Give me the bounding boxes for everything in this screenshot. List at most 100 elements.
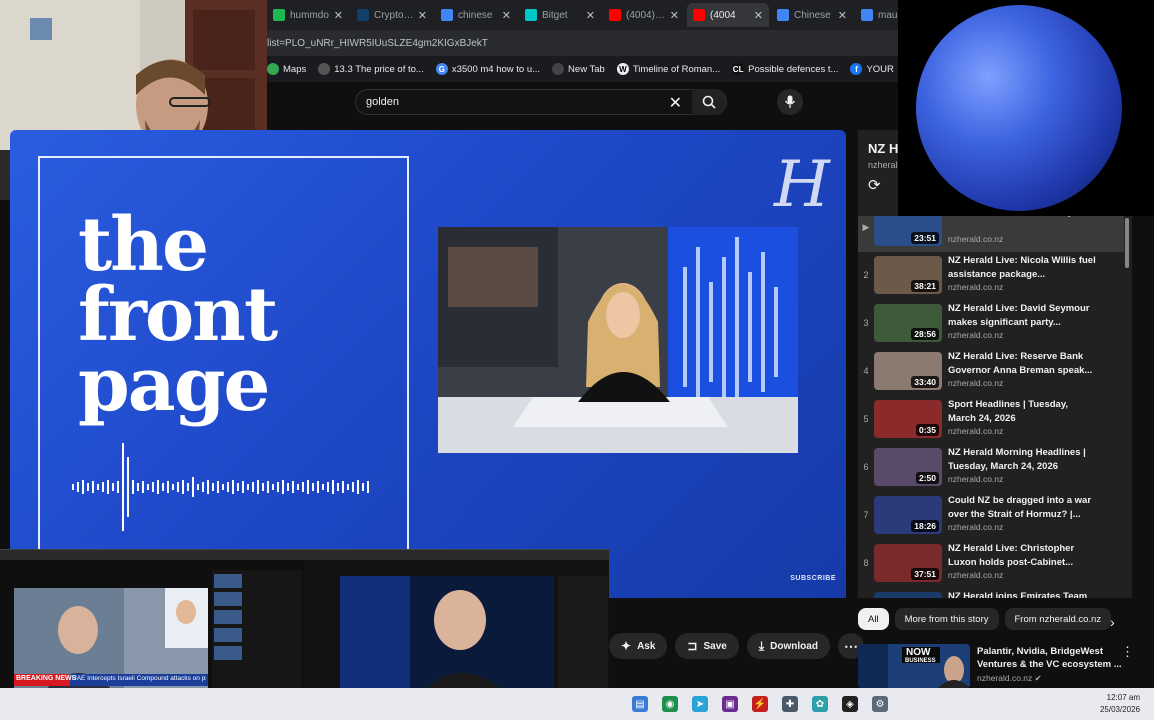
video-thumbnail[interactable]: 2:50 bbox=[874, 448, 942, 486]
channel-name[interactable]: nzherald.co.nz bbox=[948, 234, 1003, 244]
loop-icon[interactable]: ⟳ bbox=[868, 176, 881, 194]
channel-name[interactable]: nzherald.co.nz bbox=[948, 474, 1003, 484]
search-button[interactable] bbox=[692, 89, 726, 115]
video-title[interactable]: NZ Herald Live: Reserve Bank Governor An… bbox=[948, 350, 1098, 377]
voice-search-button[interactable] bbox=[777, 89, 803, 115]
now-playing-icon: ▶ bbox=[862, 222, 870, 232]
search-input[interactable]: golden bbox=[366, 96, 399, 108]
close-tab-icon[interactable]: ✕ bbox=[586, 9, 595, 22]
video-thumbnail[interactable]: 33:40 bbox=[874, 352, 942, 390]
video-title[interactable]: NZ Herald joins Emirates Team bbox=[948, 590, 1098, 598]
address-bar[interactable]: list=PLO_uNRr_HIWR5IUuSLZE4gm2KIGxBJekT bbox=[267, 30, 898, 56]
browser-tab[interactable]: Chinese ✕ bbox=[771, 3, 853, 27]
chevron-right-icon[interactable]: › bbox=[1110, 614, 1115, 630]
playlist-item[interactable]: NZ Herald joins Emirates Team bbox=[858, 588, 1124, 598]
video-player[interactable]: the front page H SUBSCRIBE bbox=[10, 130, 846, 598]
video-thumbnail[interactable]: 23:51 bbox=[874, 216, 942, 246]
filter-chip[interactable]: From nzherald.co.nz bbox=[1004, 608, 1112, 630]
clear-search-icon[interactable]: ✕ bbox=[669, 93, 682, 113]
channel-name[interactable]: nzherald.co.nz bbox=[948, 282, 1003, 292]
ask-button[interactable]: ✦ Ask bbox=[609, 633, 668, 659]
taskbar-app5-icon[interactable]: ◈ bbox=[842, 696, 858, 712]
url-text[interactable]: list=PLO_uNRr_HIWR5IUuSLZE4gm2KIGxBJekT bbox=[267, 38, 488, 49]
waveform-bar bbox=[352, 482, 354, 492]
browser-tab[interactable]: hummdo ✕ bbox=[267, 3, 349, 27]
recommended-channel[interactable]: nzherald.co.nz ✔ bbox=[977, 673, 1042, 684]
system-clock[interactable]: 12:07 am 25/03/2026 bbox=[1100, 692, 1140, 716]
channel-name[interactable]: nzherald.co.nz bbox=[948, 426, 1003, 436]
browser-tab[interactable]: maungak✕ bbox=[855, 3, 898, 27]
bookmark-item[interactable]: f YOUR bbox=[850, 63, 894, 75]
playlist-index: 4 bbox=[863, 366, 869, 376]
close-tab-icon[interactable]: ✕ bbox=[754, 9, 763, 22]
video-thumbnail[interactable]: 0:35 bbox=[874, 400, 942, 438]
playlist-item[interactable]: ▶ 23:51 out under tax credit boost | T... n… bbox=[858, 216, 1124, 252]
browser-tab[interactable]: (4004) Th ✕ bbox=[603, 3, 685, 27]
recommended-more-icon[interactable]: ⋮ bbox=[1121, 644, 1134, 660]
video-title[interactable]: Could NZ be dragged into a war over the … bbox=[948, 494, 1098, 521]
bookmark-item[interactable]: 13.3 The price of to... bbox=[318, 63, 424, 75]
playlist-title[interactable]: NZ H bbox=[868, 141, 898, 156]
bookmark-item[interactable]: W Timeline of Roman... bbox=[616, 63, 720, 75]
taskbar-telegram-icon[interactable]: ➤ bbox=[692, 696, 708, 712]
browser-tab[interactable]: Crypto.com ✕ bbox=[351, 3, 433, 27]
taskbar-app4-icon[interactable]: ✿ bbox=[812, 696, 828, 712]
video-thumbnail[interactable] bbox=[874, 592, 942, 598]
video-thumbnail[interactable]: 28:56 bbox=[874, 304, 942, 342]
waveform-bar bbox=[277, 482, 279, 492]
bookmark-item[interactable]: CL Possible defences t... bbox=[732, 63, 838, 75]
close-tab-icon[interactable]: ✕ bbox=[334, 9, 343, 22]
taskbar-app3-icon[interactable]: ⚡ bbox=[752, 696, 768, 712]
bookmark-item[interactable]: Gx3500 m4 how to u... bbox=[435, 63, 540, 75]
video-title[interactable]: NZ Herald Live: David Seymour makes sign… bbox=[948, 302, 1098, 329]
channel-name[interactable]: nzherald.co.nz bbox=[948, 522, 1003, 532]
close-tab-icon[interactable]: ✕ bbox=[670, 9, 679, 22]
filter-chip[interactable]: All bbox=[858, 608, 889, 630]
video-thumbnail[interactable]: 37:51 bbox=[874, 544, 942, 582]
taskbar-app2-icon[interactable]: ▣ bbox=[722, 696, 738, 712]
bookmark-label: New Tab bbox=[568, 63, 605, 75]
recommended-title[interactable]: Palantir, Nvidia, BridgeWest Ventures & … bbox=[977, 645, 1123, 671]
download-button[interactable]: ⤓ Download bbox=[746, 633, 830, 659]
page-icon bbox=[318, 63, 331, 75]
playlist-scrollbar[interactable] bbox=[1125, 218, 1129, 268]
search-box[interactable]: golden ✕ bbox=[355, 89, 727, 115]
filter-chip[interactable]: More from this story bbox=[894, 608, 999, 630]
browser-tab[interactable]: chinese ✕ bbox=[435, 3, 517, 27]
close-tab-icon[interactable]: ✕ bbox=[838, 9, 847, 22]
playlist-channel[interactable]: nzherald bbox=[868, 160, 898, 170]
close-tab-icon[interactable]: ✕ bbox=[418, 9, 427, 22]
close-tab-icon[interactable]: ✕ bbox=[502, 9, 511, 22]
taskbar-gamepad-icon[interactable]: ✚ bbox=[782, 696, 798, 712]
video-title[interactable]: NZ Herald Live: Nicola Willis fuel assis… bbox=[948, 254, 1098, 281]
video-title[interactable]: NZ Herald Live: Christopher Luxon holds … bbox=[948, 542, 1098, 569]
taskbar-app-icon[interactable]: ◉ bbox=[662, 696, 678, 712]
channel-name[interactable]: nzherald.co.nz bbox=[948, 330, 1003, 340]
channel-name[interactable]: nzherald.co.nz bbox=[948, 570, 1003, 580]
browser-tab[interactable]: Bitget ✕ bbox=[519, 3, 601, 27]
playlist-item[interactable]: 4 33:40 NZ Herald Live: Reserve Bank Gover… bbox=[858, 348, 1124, 396]
recommended-video[interactable]: NOW BUSINESS Palantir, Nvidia, BridgeWes… bbox=[858, 642, 1138, 688]
browser-tab[interactable]: (4004 ✕ bbox=[687, 3, 769, 27]
video-thumbnail[interactable]: 18:26 bbox=[874, 496, 942, 534]
bookmark-item[interactable]: New Tab bbox=[552, 63, 605, 75]
playlist-item[interactable]: 3 28:56 NZ Herald Live: David Seymour make… bbox=[858, 300, 1124, 348]
video-title[interactable]: Sport Headlines | Tuesday, March 24, 202… bbox=[948, 398, 1098, 425]
video-title[interactable]: out under tax credit boost | T... bbox=[948, 216, 1098, 220]
video-thumbnail[interactable]: 38:21 bbox=[874, 256, 942, 294]
save-button[interactable]: ⊐ Save bbox=[675, 633, 739, 659]
playlist-item[interactable]: 2 38:21 NZ Herald Live: Nicola Willis fuel… bbox=[858, 252, 1124, 300]
video-title[interactable]: NZ Herald Morning Headlines | Tuesday, M… bbox=[948, 446, 1098, 473]
tab-title: chinese bbox=[458, 9, 493, 21]
taskbar-files-icon[interactable]: ▤ bbox=[632, 696, 648, 712]
channel-name[interactable]: nzherald.co.nz bbox=[948, 378, 1003, 388]
playlist-item[interactable]: 7 18:26 Could NZ be dragged into a war ove… bbox=[858, 492, 1124, 540]
playlist-item[interactable]: 6 2:50 NZ Herald Morning Headlines | Tuesd… bbox=[858, 444, 1124, 492]
recommended-thumbnail[interactable]: NOW BUSINESS bbox=[858, 644, 970, 688]
bookmark-item[interactable]: Maps bbox=[267, 63, 306, 75]
playlist-item[interactable]: 5 0:35 Sport Headlines | Tuesday, March 24… bbox=[858, 396, 1124, 444]
playlist-index: 6 bbox=[863, 462, 869, 472]
taskbar-settings-icon[interactable]: ⚙ bbox=[872, 696, 888, 712]
screen-share-overlay: BREAKING NEWS UAE Intercepts Israeli Com… bbox=[0, 549, 609, 711]
playlist-item[interactable]: 8 37:51 NZ Herald Live: Christopher Luxon … bbox=[858, 540, 1124, 588]
